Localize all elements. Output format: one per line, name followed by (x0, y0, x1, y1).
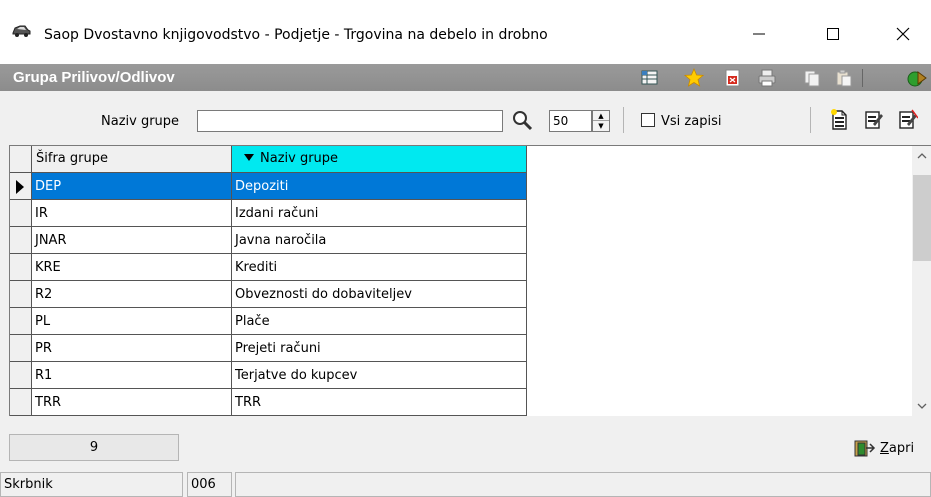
cell-name[interactable]: Javna naročila (232, 227, 527, 254)
pdf-icon[interactable] (723, 68, 743, 88)
search-icon[interactable] (511, 109, 533, 131)
cell-code[interactable]: PR (32, 335, 232, 362)
filter-bar: Naziv grupe ▲ ▼ Vsi zapisi (0, 91, 931, 137)
print-icon[interactable] (757, 68, 777, 88)
edit-record-icon[interactable] (862, 108, 884, 132)
window-title: Saop Dvostavno knjigovodstvo - Podjetje … (44, 27, 548, 43)
row-indicator (10, 254, 32, 281)
row-indicator (10, 308, 32, 335)
paste-icon[interactable] (834, 68, 854, 88)
maximize-button[interactable] (810, 16, 856, 52)
current-row-pointer-icon (16, 180, 24, 194)
minimize-icon (753, 33, 765, 35)
new-record-icon[interactable] (828, 108, 850, 132)
cell-name[interactable]: Plače (232, 308, 527, 335)
row-indicator (10, 389, 32, 416)
status-info (235, 472, 931, 497)
cell-code[interactable]: KRE (32, 254, 232, 281)
column-header-code[interactable]: Šifra grupe (32, 146, 232, 173)
status-code: 006 (187, 472, 232, 497)
stepper-up-icon[interactable]: ▲ (593, 111, 609, 121)
group-name-search-input[interactable] (197, 110, 503, 132)
all-records-label: Vsi zapisi (661, 114, 722, 129)
column-header-label: Naziv grupe (260, 151, 339, 166)
sort-desc-icon (244, 154, 254, 161)
cell-code[interactable]: TRR (32, 389, 232, 416)
row-indicator (10, 281, 32, 308)
car-icon (11, 24, 31, 38)
chevron-up-icon (917, 153, 927, 159)
row-indicator (10, 227, 32, 254)
page-title: Grupa Prilivov/Odlivov (13, 69, 175, 86)
all-records-checkbox[interactable] (641, 113, 655, 127)
row-indicator-header (10, 146, 32, 173)
cell-code[interactable]: DEP (32, 173, 232, 200)
star-icon[interactable] (683, 67, 705, 88)
exit-icon[interactable] (906, 68, 927, 88)
column-header-name[interactable]: Naziv grupe (232, 146, 527, 173)
copy-icon[interactable] (802, 68, 822, 88)
toolbar-divider (862, 69, 863, 87)
title-bar: Saop Dvostavno knjigovodstvo - Podjetje … (0, 0, 931, 64)
cell-name[interactable]: Terjatve do kupcev (232, 362, 527, 389)
row-indicator (10, 173, 32, 200)
cell-code[interactable]: IR (32, 200, 232, 227)
stepper-down-icon[interactable]: ▼ (593, 121, 609, 131)
group-table: Šifra grupe Naziv grupe DEP Depoziti IR … (9, 145, 931, 416)
table-icon[interactable] (640, 68, 660, 88)
record-limit-input[interactable] (549, 110, 592, 132)
filter-divider (623, 107, 624, 133)
scroll-down-button[interactable] (912, 396, 931, 416)
filter-label: Naziv grupe (101, 114, 180, 129)
close-button[interactable]: Zapri (852, 435, 914, 461)
close-window-button[interactable] (880, 16, 926, 52)
cell-code[interactable]: JNAR (32, 227, 232, 254)
exit-door-icon (854, 440, 876, 457)
chevron-down-icon (917, 403, 927, 409)
minimize-button[interactable] (736, 16, 782, 52)
group-header: Grupa Prilivov/Odlivov (0, 64, 931, 91)
cell-name[interactable]: TRR (232, 389, 527, 416)
close-button-label: apri (888, 440, 915, 456)
filter-divider (810, 107, 811, 133)
record-limit-stepper[interactable]: ▲ ▼ (592, 110, 610, 132)
cell-code[interactable]: R1 (32, 362, 232, 389)
scrollbar-thumb[interactable] (913, 175, 931, 261)
edit-record-alt-icon[interactable] (896, 108, 919, 132)
close-button-accesskey: Z (880, 440, 889, 456)
cell-name[interactable]: Prejeti računi (232, 335, 527, 362)
row-indicator (10, 335, 32, 362)
maximize-icon (827, 28, 839, 40)
row-indicator (10, 200, 32, 227)
cell-name[interactable]: Izdani računi (232, 200, 527, 227)
cell-name[interactable]: Depoziti (232, 173, 527, 200)
cell-code[interactable]: R2 (32, 281, 232, 308)
cell-code[interactable]: PL (32, 308, 232, 335)
close-icon (896, 27, 910, 41)
vertical-scrollbar[interactable] (912, 146, 931, 416)
status-bar: Skrbnik 006 (0, 469, 931, 497)
record-count: 9 (9, 434, 179, 461)
scroll-up-button[interactable] (912, 146, 931, 166)
column-header-label: Šifra grupe (36, 151, 108, 166)
row-indicator (10, 362, 32, 389)
status-user: Skrbnik (0, 472, 183, 497)
cell-name[interactable]: Obveznosti do dobaviteljev (232, 281, 527, 308)
cell-name[interactable]: Krediti (232, 254, 527, 281)
